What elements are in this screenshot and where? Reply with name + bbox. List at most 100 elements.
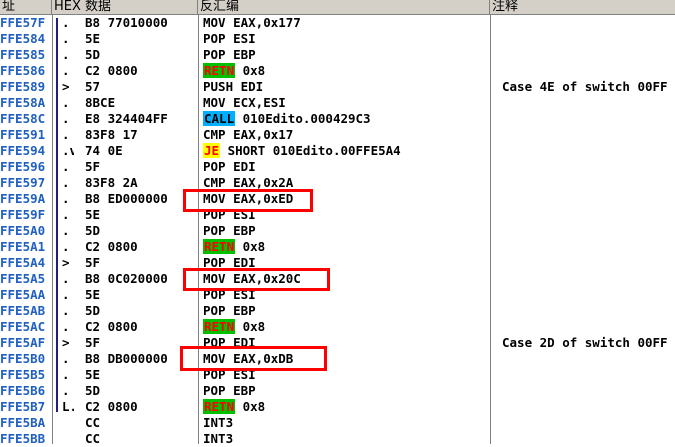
disassembly-cell: JE SHORT 010Edito.00FFE5A4 — [203, 143, 488, 159]
jump-marker: . — [62, 111, 70, 126]
operand-text: SHORT 010Edito.00FFE5A4 — [220, 143, 401, 158]
table-row[interactable]: FFE589 >57 PUSH EDI Case 4E of switch 00FF — [0, 79, 675, 95]
hex-bytes-cell: 57 — [85, 79, 101, 94]
hex-bytes-cell: B8 DB000000 — [85, 351, 168, 366]
hex-bytes-cell: B8 77010000 — [85, 15, 168, 30]
hex-bytes-cell: C2 0800 — [85, 239, 138, 254]
table-row[interactable]: FFE5AC. C2 0800 RETN 0x8 — [0, 319, 675, 335]
table-row[interactable]: FFE58A. 8BCE MOV ECX,ESI — [0, 95, 675, 111]
jump-marker: . — [62, 95, 70, 110]
disassembly-cell: RETN 0x8 — [203, 319, 488, 335]
disassembly-cell: INT3 — [203, 431, 234, 446]
column-header-address[interactable]: 址 — [0, 0, 52, 14]
table-row[interactable]: FFE5B7L.C2 0800RETN 0x8 — [0, 399, 675, 415]
disassembly-cell: RETN 0x8 — [203, 63, 488, 79]
table-row[interactable]: FFE594 .v 74 0E JE SHORT 010Edito.00FFE5A4 — [0, 143, 675, 159]
table-row[interactable]: FFE591. 83F8 17 CMP EAX,0x17 — [0, 127, 675, 143]
operand-text: 0x8 — [235, 399, 266, 414]
jump-marker: . — [62, 271, 70, 286]
hex-bytes-cell: C2 0800 — [85, 319, 138, 334]
jump-marker: .v — [62, 143, 74, 158]
operand-text: 010Edito.000429C3 — [235, 111, 371, 126]
hex-bytes-cell: 8BCE — [85, 95, 116, 110]
hex-bytes-cell: C2 0800 — [85, 399, 138, 414]
table-row[interactable]: FFE5A1. C2 0800 RETN 0x8 — [0, 239, 675, 255]
disassembly-cell: POP EBP — [203, 223, 256, 238]
address-cell: FFE5BA — [0, 415, 46, 430]
hex-bytes-cell: 5F — [85, 159, 101, 174]
jump-marker: > — [62, 79, 70, 94]
disassembly-cell: POP EBP — [203, 383, 256, 398]
table-row[interactable]: FFE58C. E8 324404FF CALL 010Edito.000429C3 — [0, 111, 675, 127]
table-row[interactable]: FFE5A5. B8 0C020000 MOV EAX,0x20C — [0, 271, 675, 287]
table-row[interactable]: FFE57F. B8 77010000 MOV EAX,0x177 — [0, 15, 675, 31]
highlight-box-mov-eax-ed — [183, 189, 313, 212]
table-row[interactable]: FFE5A4 >5F POP EDI — [0, 255, 675, 271]
table-row[interactable]: FFE5AA. 5E POP ESI — [0, 287, 675, 303]
jump-marker: . — [62, 63, 70, 78]
table-row[interactable]: FFE586. C2 0800 RETN 0x8 — [0, 63, 675, 79]
hex-bytes-cell: CC — [85, 431, 101, 446]
retn-mnemonic: RETN — [203, 239, 236, 254]
table-row[interactable]: FFE597. 83F8 2A CMP EAX,0x2A — [0, 175, 675, 191]
hex-bytes-cell: 5D — [85, 223, 101, 238]
table-row[interactable]: FFE585. 5D POP EBP — [0, 47, 675, 63]
hex-bytes-cell: C2 0800 — [85, 63, 138, 78]
table-row[interactable]: FFE5A0. 5D POP EBP — [0, 223, 675, 239]
column-header-disassembly[interactable]: 反汇编 — [198, 0, 490, 14]
address-cell: FFE5BB — [0, 431, 46, 446]
jump-marker: . — [62, 31, 70, 46]
hex-bytes-cell: 5E — [85, 31, 101, 46]
je-mnemonic: JE — [203, 143, 221, 158]
hex-bytes-cell: 5E — [85, 207, 101, 222]
hex-bytes-cell: 83F8 2A — [85, 175, 138, 190]
jump-marker: > — [62, 255, 70, 270]
jump-marker: . — [62, 207, 70, 222]
hex-bytes-cell: CC — [85, 415, 101, 430]
table-row[interactable]: FFE59F. 5E POP ESI — [0, 207, 675, 223]
hex-bytes-cell: 83F8 17 — [85, 127, 138, 142]
disassembly-cell: INT3 — [203, 415, 234, 430]
table-row[interactable]: FFE5AB. 5D POP EBP — [0, 303, 675, 319]
retn-mnemonic: RETN — [203, 319, 236, 334]
jump-marker: . — [62, 191, 70, 206]
table-row[interactable]: FFE5BB CC INT3 — [0, 431, 675, 447]
comment-cell: Case 4E of switch 00FF — [502, 79, 668, 94]
table-row[interactable]: FFE5B6. 5D POP EBP — [0, 383, 675, 399]
operand-text: 0x8 — [235, 63, 266, 78]
disassembly-cell: POP EBP — [203, 47, 256, 62]
column-header-comment[interactable]: 注释 — [490, 0, 675, 14]
jump-marker: > — [62, 335, 70, 350]
table-row[interactable]: FFE596. 5F POP EDI — [0, 159, 675, 175]
disassembly-cell: CALL 010Edito.000429C3 — [203, 111, 488, 127]
table-row[interactable]: FFE5B5. 5E POP ESI — [0, 367, 675, 383]
column-header-hex[interactable]: HEX 数据 — [52, 0, 198, 14]
disassembly-cell: MOV ECX,ESI — [203, 95, 286, 110]
hex-bytes-cell: 74 0E — [85, 143, 123, 158]
hex-bytes-cell: B8 0C020000 — [85, 271, 168, 286]
column-header-bar: 址 HEX 数据 反汇编 注释 — [0, 0, 675, 15]
table-row[interactable]: FFE5B0. B8 DB000000 MOV EAX,0xDB — [0, 351, 675, 367]
table-row[interactable]: FFE584. 5E POP ESI — [0, 31, 675, 47]
operand-text: 0x8 — [235, 239, 266, 254]
hex-bytes-cell: 5F — [85, 255, 101, 270]
table-row[interactable]: FFE59A. B8 ED000000 MOV EAX,0xED — [0, 191, 675, 207]
jump-marker: . — [62, 383, 70, 398]
retn-mnemonic: RETN — [203, 399, 236, 414]
comment-cell: Case 2D of switch 00FF — [502, 335, 668, 350]
jump-marker: . — [62, 319, 70, 334]
hex-bytes-cell: E8 324404FF — [85, 111, 168, 126]
hex-bytes-cell: 5E — [85, 287, 101, 302]
jump-marker: . — [62, 15, 70, 30]
hex-bytes-cell: 5D — [85, 47, 101, 62]
jump-marker: . — [62, 127, 70, 142]
table-row[interactable]: FFE5BA CC INT3 — [0, 415, 675, 431]
call-mnemonic: CALL — [203, 111, 236, 126]
disassembly-cell: CMP EAX,0x17 — [203, 127, 294, 142]
disassembly-cell: RETN 0x8 — [203, 399, 488, 415]
disassembly-cell: POP EBP — [203, 303, 256, 318]
disassembly-cell: MOV EAX,0x177 — [203, 15, 301, 30]
table-row[interactable]: FFE5AF >5F POP EDI Case 2D of switch 00FF — [0, 335, 675, 351]
jump-marker: . — [62, 367, 70, 382]
jump-marker: . — [62, 287, 70, 302]
